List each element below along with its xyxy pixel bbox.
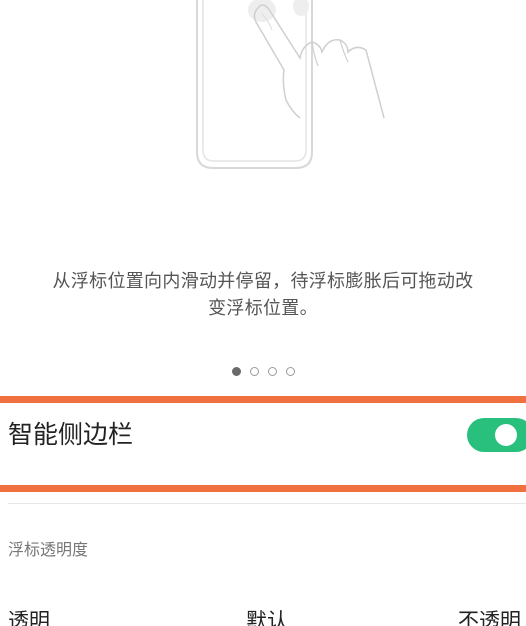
gesture-hint-text: 从浮标位置向内滑动并停留，待浮标膨胀后可拖动改 变浮标位置。 [20, 268, 506, 322]
smart-sidebar-toggle[interactable] [467, 418, 526, 452]
page-dot-4[interactable] [285, 367, 295, 376]
gesture-illustration [0, 0, 526, 200]
smart-sidebar-title: 智能侧边栏 [8, 420, 134, 449]
page-indicator [0, 367, 526, 376]
page-dot-3[interactable] [267, 367, 277, 376]
page-dot-2[interactable] [249, 367, 259, 376]
hint-line-1: 从浮标位置向内滑动并停留，待浮标膨胀后可拖动改 [52, 271, 474, 292]
page-dot-1[interactable] [231, 367, 241, 376]
opacity-mid-label: 默认 [246, 609, 288, 626]
opacity-min-label: 透明 [8, 609, 50, 626]
hint-line-2: 变浮标位置。 [208, 298, 318, 319]
toggle-knob [495, 424, 517, 446]
opacity-max-label: 不透明 [458, 609, 521, 626]
highlight-frame-bottom [0, 485, 526, 492]
phone-hand-icon [196, 0, 385, 169]
opacity-section-label: 浮标透明度 [8, 540, 89, 559]
highlight-frame-top [0, 396, 526, 403]
section-divider [8, 503, 526, 504]
smart-sidebar-settings-page: 从浮标位置向内滑动并停留，待浮标膨胀后可拖动改 变浮标位置。 智能侧边栏 浮标透… [0, 0, 526, 626]
